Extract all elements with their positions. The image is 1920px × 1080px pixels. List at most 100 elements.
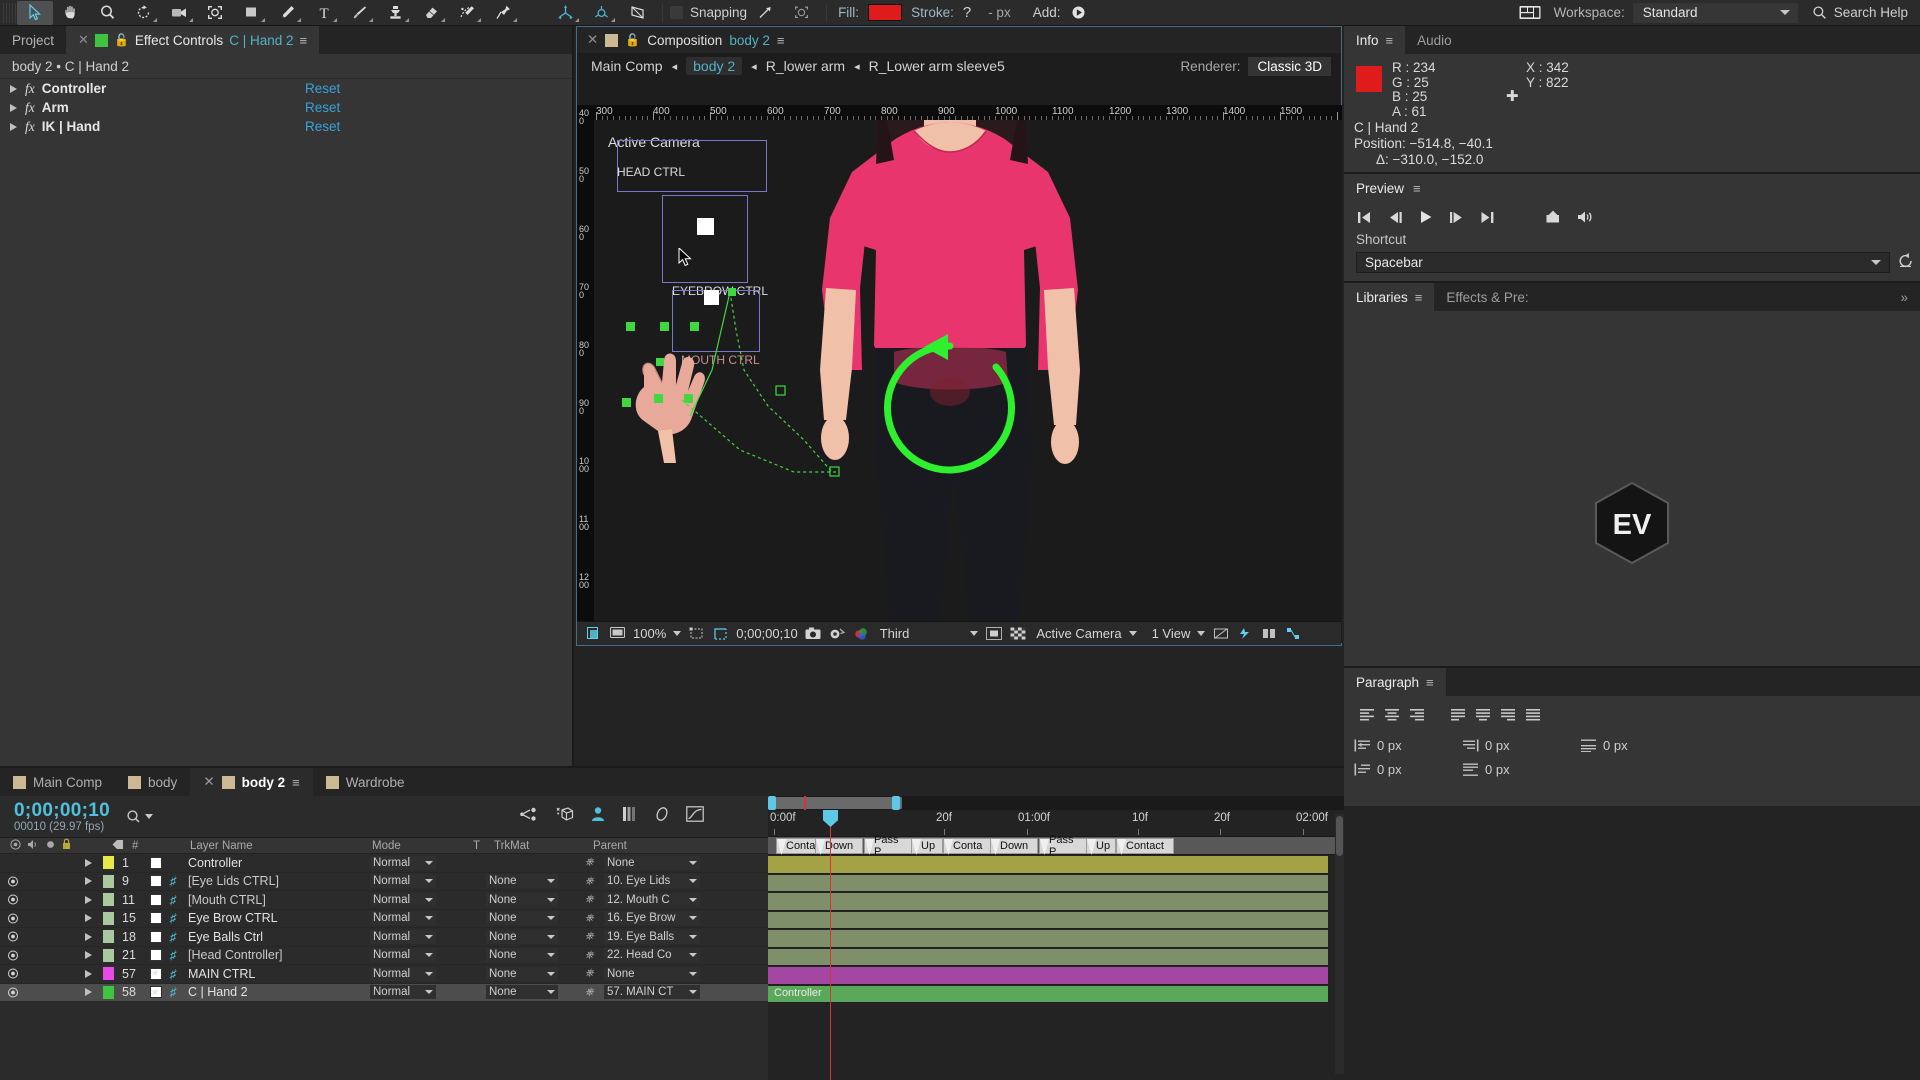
snapshot-icon[interactable] [805,626,822,641]
disclosure-triangle-icon[interactable] [10,122,17,131]
layer-audio-toggle[interactable] [26,949,40,961]
layer-solo-toggle[interactable] [44,986,56,998]
pan-behind-tool[interactable] [197,1,233,25]
layer-preserve-transparency-toggle[interactable] [452,986,466,998]
layer-name[interactable]: Eye Balls Ctrl [188,930,263,944]
layer-mode-selector[interactable]: Normal [370,948,436,963]
selection-tool[interactable] [17,0,53,25]
main-viewer-icon[interactable] [609,626,626,641]
comp-marker[interactable]: Up [1086,838,1116,854]
layer-label-color[interactable] [103,948,114,962]
comp-time-display[interactable]: 0;00;00;10 [736,626,797,641]
layer-lock-toggle[interactable] [60,986,72,998]
rotation-tool[interactable] [125,1,161,25]
tab-audio[interactable]: Audio [1405,26,1464,54]
breadcrumb-item-main-comp[interactable]: Main Comp [591,58,663,74]
layer-disclosure-triangle-icon[interactable] [85,932,92,941]
view-axis-mode[interactable] [619,1,655,25]
layer-name[interactable]: [Eye Lids CTRL] [188,874,279,888]
layer-label-color[interactable] [103,874,114,888]
layer-lock-toggle[interactable] [60,931,72,943]
pixel-aspect-icon[interactable] [1212,626,1229,641]
tab-main-comp[interactable]: Main Comp [0,768,115,796]
close-icon[interactable]: ✕ [203,774,214,790]
timeline-link-icon[interactable] [1260,626,1277,641]
view-count-value[interactable]: 1 View [1152,626,1191,641]
shape-tool[interactable] [233,1,269,25]
pen-tool[interactable] [269,1,305,25]
puppet-pin-tool[interactable] [485,1,521,25]
tab-project[interactable]: Project [0,26,67,54]
layer-audio-toggle[interactable] [26,931,40,943]
layer-lock-toggle[interactable] [60,949,72,961]
indent-right-field[interactable]: 0 px [1462,738,1580,753]
layer-solo-toggle[interactable] [44,857,56,869]
draft-3d-icon[interactable] [555,806,574,827]
mute-toggle-button[interactable] [1577,210,1594,224]
layer-solo-toggle[interactable] [44,968,56,980]
hide-shy-layers-icon[interactable] [590,806,606,827]
layer-preserve-transparency-toggle[interactable] [452,857,466,869]
layer-parent-selector[interactable]: 12. Mouth C [604,892,700,907]
show-snapshot-icon[interactable] [829,626,846,641]
tab-libraries[interactable]: Libraries ≡ [1344,283,1435,311]
layer-mode-selector[interactable]: Normal [370,874,436,889]
time-ruler[interactable]: 0:00f 20f 01:00f 10f 20f 02:00f [768,810,1344,836]
resolution-dropdown-icon[interactable] [970,631,979,636]
tab-effects-presets[interactable]: Effects & Pre: [1434,283,1540,311]
layer-preserve-transparency-toggle[interactable] [452,875,466,887]
layer-label-color[interactable] [103,893,114,907]
camera-dropdown-icon[interactable] [1128,631,1137,636]
graph-editor-icon[interactable] [686,806,704,827]
search-dropdown-icon[interactable] [144,814,153,819]
layer-disclosure-triangle-icon[interactable] [85,951,92,960]
lock-icon[interactable]: 🔓 [114,33,129,47]
layer-parent-selector[interactable]: 22. Head Co [604,948,700,963]
layer-name[interactable]: [Mouth CTRL] [188,893,266,907]
lock-icon[interactable]: 🔓 [625,33,640,47]
layer-duration-bar[interactable] [768,930,1328,948]
breadcrumb-item-sleeve[interactable]: R_Lower arm sleeve5 [869,58,1005,74]
layer-duration-bar[interactable] [768,948,1328,966]
layer-parent-pickwhip[interactable]: ⎈ [585,930,594,943]
layer-trkmat-selector[interactable]: None [486,948,558,963]
breadcrumb-item-body-2[interactable]: body 2 [686,57,743,75]
type-tool[interactable]: T [305,1,341,25]
layer-audio-toggle[interactable] [26,912,40,924]
layer-lock-toggle[interactable] [60,912,72,924]
tab-wardrobe[interactable]: Wardrobe [313,768,418,796]
layer-lock-toggle[interactable] [60,857,72,869]
layer-label-color[interactable] [103,985,114,999]
comp-marker[interactable]: Down [990,838,1038,854]
work-area-bar[interactable] [768,796,1344,810]
layer-parent-pickwhip[interactable]: ⎈ [585,967,594,980]
effect-reset-link[interactable]: Reset [305,81,340,96]
layer-mode-selector[interactable]: Normal [370,929,436,944]
layer-audio-toggle[interactable] [26,968,40,980]
layer-mode-selector[interactable]: Normal [370,985,436,1000]
channel-rgb-icon[interactable] [853,626,870,641]
panel-overflow-button[interactable]: » [1888,283,1920,311]
comp-marker[interactable]: Conta [776,838,816,854]
layer-solo-toggle[interactable] [44,949,56,961]
next-frame-button[interactable] [1449,211,1464,224]
snapping-checkbox[interactable] [670,6,683,19]
layer-disclosure-triangle-icon[interactable] [85,895,92,904]
layer-audio-toggle[interactable] [26,894,40,906]
layer-solo-toggle[interactable] [44,875,56,887]
layer-duration-bar[interactable] [768,911,1328,929]
justify-last-center-button[interactable] [1470,704,1495,726]
hand-tool[interactable] [53,1,89,25]
indent-left-field[interactable]: 0 px [1354,738,1462,753]
layer-visibility-toggle[interactable] [7,894,19,905]
disclosure-triangle-icon[interactable] [10,103,17,112]
layer-solo-toggle[interactable] [44,912,56,924]
comp-marker[interactable]: Pass P [1039,834,1087,858]
layer-audio-toggle[interactable] [26,986,40,998]
layer-mode-selector[interactable]: Normal [370,966,436,981]
effect-row-controller[interactable]: fx Controller Reset [0,79,572,98]
layer-name[interactable]: Controller [188,856,242,870]
layer-duration-bar[interactable] [768,874,1328,892]
layer-disclosure-triangle-icon[interactable] [85,988,92,997]
layer-label-color[interactable] [103,967,114,981]
